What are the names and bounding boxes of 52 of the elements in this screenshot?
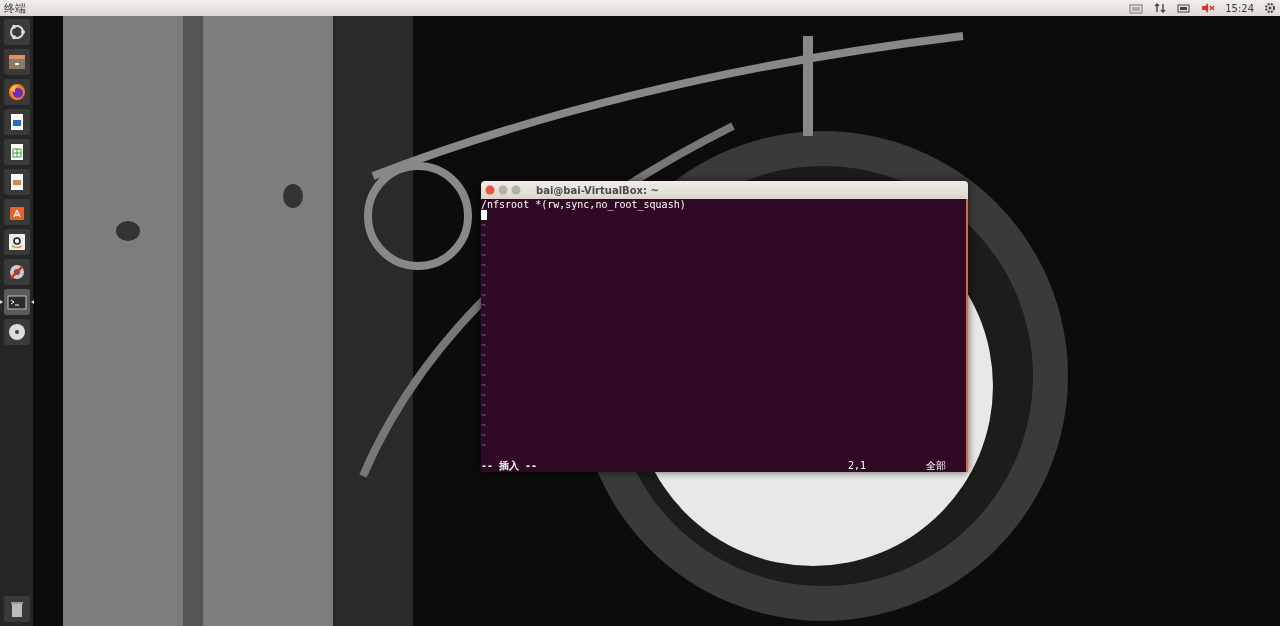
empty-line-marker: ~ (481, 391, 486, 400)
empty-line-marker: ~ (481, 281, 486, 290)
empty-line-marker: ~ (481, 351, 486, 360)
launcher-item[interactable] (3, 169, 30, 195)
launcher-item[interactable] (3, 259, 30, 285)
battery-icon[interactable] (1177, 2, 1192, 14)
app-title: 终端 (4, 0, 27, 16)
empty-line-marker: ~ (481, 251, 486, 260)
launcher-item[interactable] (3, 109, 30, 135)
launcher-item[interactable] (3, 139, 30, 165)
file-cabinet-icon (6, 52, 27, 72)
empty-line-marker: ~ (481, 241, 486, 250)
empty-line-marker: ~ (481, 331, 486, 340)
launcher-item[interactable] (3, 79, 30, 105)
empty-line-marker: ~ (481, 361, 486, 370)
launcher-item[interactable] (3, 319, 30, 345)
empty-line-marker: ~ (481, 231, 486, 240)
scroll-position: 全部 (926, 461, 947, 471)
network-arrows-icon[interactable] (1153, 2, 1168, 14)
clock[interactable]: 15:24 (1225, 2, 1254, 14)
terminal-icon (6, 292, 27, 312)
empty-line-marker: ~ (481, 341, 486, 350)
empty-line-marker: ~ (481, 261, 486, 270)
firefox-icon (6, 82, 27, 102)
close-icon[interactable] (485, 185, 495, 195)
muted-speaker-icon[interactable] (1201, 2, 1216, 14)
empty-line-marker: ~ (481, 381, 486, 390)
mode-indicator: -- 插入 -- (481, 461, 538, 471)
empty-line-marker: ~ (481, 411, 486, 420)
launcher-item[interactable] (3, 49, 30, 75)
empty-line-marker: ~ (481, 301, 486, 310)
launcher-item[interactable] (3, 229, 30, 255)
text-line: /nfsroot *(rw,sync,no_root_squash) (481, 200, 687, 210)
terminal-area[interactable]: /nfsroot *(rw,sync,no_root_squash) ~ ~ ~ ~ ~ ~ ~ ~ ~ ~ ~ ~ ~ ~ ~ ~ ~ ~ ~ ~ ~ ~ ~ -- 插入 -- 2,1 全部 (481, 199, 968, 472)
launcher-item[interactable] (3, 199, 30, 225)
window-title: bai@bai-VirtualBox: ~ (536, 184, 659, 196)
launcher-item[interactable] (3, 19, 30, 45)
empty-line-marker: ~ (481, 441, 486, 450)
disc-icon (6, 322, 27, 342)
empty-line-marker: ~ (481, 371, 486, 380)
cursor-position: 2,1 (848, 461, 868, 471)
launcher-item[interactable] (3, 596, 30, 622)
amazon-logo-icon (6, 232, 27, 252)
empty-line-marker: ~ (481, 321, 486, 330)
power-gear-icon[interactable] (1264, 2, 1276, 14)
empty-line-marker: ~ (481, 221, 486, 230)
empty-line-marker: ~ (481, 271, 486, 280)
empty-line-marker: ~ (481, 291, 486, 300)
empty-line-marker: ~ (481, 421, 486, 430)
empty-line-marker: ~ (481, 311, 486, 320)
empty-line-marker: ~ (481, 401, 486, 410)
empty-line-marker: ~ (481, 431, 486, 440)
